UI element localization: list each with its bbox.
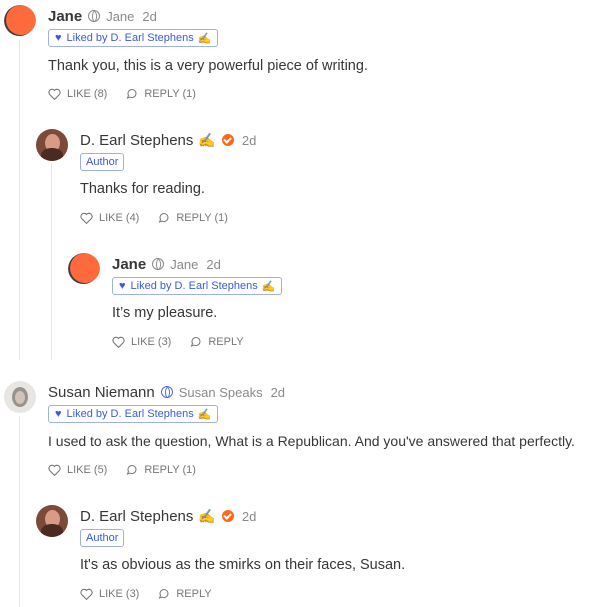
like-button[interactable]: LIKE (8): [48, 88, 107, 100]
heart-outline-icon: [48, 88, 61, 100]
reply-button[interactable]: REPLY (1): [157, 212, 228, 224]
reply-button[interactable]: REPLY (1): [125, 464, 196, 476]
like-button[interactable]: LIKE (5): [48, 464, 107, 476]
avatar[interactable]: [36, 129, 68, 161]
comment-text: It's as obvious as the smirks on their f…: [80, 557, 406, 573]
writing-hand-emoji: ✍: [198, 131, 216, 148]
comment-date[interactable]: 2d: [142, 9, 156, 24]
liked-by-badge: ♥ Liked by D. Earl Stephens ✍: [112, 277, 283, 295]
commenter-handle[interactable]: Jane: [170, 257, 198, 272]
writing-hand-emoji: ✍: [198, 507, 216, 524]
comment-header: Jane Jane 2d: [48, 6, 157, 26]
commenter-name[interactable]: D. Earl Stephens: [80, 508, 193, 525]
like-label: LIKE (3): [99, 588, 140, 600]
author-badge: Author: [80, 153, 125, 171]
heart-outline-icon: [48, 464, 61, 476]
avatar[interactable]: [68, 253, 100, 285]
commenter-name[interactable]: Susan Niemann: [48, 384, 155, 401]
reply-label: REPLY (1): [144, 464, 196, 476]
reply-bubble-icon: [126, 89, 137, 99]
thread-line: [19, 40, 20, 360]
thread-line: [51, 164, 52, 360]
heart-icon: ♥: [55, 32, 62, 44]
comment-header: D. Earl Stephens ✍ 2d: [80, 130, 256, 150]
commenter-name[interactable]: D. Earl Stephens: [80, 132, 193, 149]
comment-actions: LIKE (3) REPLY: [112, 336, 262, 348]
avatar[interactable]: [36, 505, 68, 537]
reply-label: REPLY (1): [176, 212, 228, 224]
heart-icon: ♥: [55, 408, 62, 420]
heart-outline-icon: [80, 212, 93, 224]
comment-date[interactable]: 2d: [242, 509, 256, 524]
verified-check-icon: [221, 510, 234, 522]
like-label: LIKE (4): [99, 212, 140, 224]
comment-header: Jane Jane 2d: [112, 254, 221, 274]
comment-date[interactable]: 2d: [242, 133, 256, 148]
reply-bubble-icon: [190, 337, 201, 347]
reply-bubble-icon: [126, 465, 137, 475]
comment-actions: LIKE (8) REPLY (1): [48, 88, 214, 100]
comment-actions: LIKE (4) REPLY (1): [80, 212, 246, 224]
writing-hand-emoji: ✍: [261, 280, 276, 293]
reply-button[interactable]: REPLY (1): [125, 88, 196, 100]
liked-by-text: Liked by D. Earl Stephens: [66, 408, 194, 420]
comment-actions: LIKE (5) REPLY (1): [48, 464, 214, 476]
comment-text: It’s my pleasure.: [112, 305, 218, 321]
liked-by-badge: ♥ Liked by D. Earl Stephens ✍: [48, 29, 219, 47]
author-badge: Author: [80, 529, 125, 547]
reply-bubble-icon: [158, 589, 169, 599]
liked-by-text: Liked by D. Earl Stephens: [66, 32, 194, 44]
reply-button[interactable]: REPLY: [157, 588, 212, 600]
commenter-handle[interactable]: Susan Speaks: [179, 385, 263, 400]
verified-check-icon: [221, 134, 234, 146]
writing-hand-emoji: ✍: [197, 408, 212, 421]
comment-text: Thank you, this is a very powerful piece…: [48, 58, 368, 74]
heart-outline-icon: [112, 336, 125, 348]
like-button[interactable]: LIKE (4): [80, 212, 139, 224]
reply-button[interactable]: REPLY: [189, 336, 244, 348]
comment-text: I used to ask the question, What is a Re…: [48, 433, 575, 449]
commenter-name[interactable]: Jane: [48, 8, 82, 25]
globe-icon: [160, 386, 173, 398]
comment-date[interactable]: 2d: [271, 385, 285, 400]
like-label: LIKE (5): [67, 464, 108, 476]
avatar[interactable]: [4, 5, 36, 37]
avatar[interactable]: [4, 381, 36, 413]
commenter-handle[interactable]: Jane: [106, 9, 134, 24]
thread-line: [19, 416, 20, 607]
comment-header: D. Earl Stephens ✍ 2d: [80, 506, 256, 526]
writing-hand-emoji: ✍: [197, 32, 212, 45]
reply-label: REPLY (1): [144, 88, 196, 100]
heart-icon: ♥: [119, 280, 126, 292]
heart-outline-icon: [80, 588, 93, 600]
like-label: LIKE (3): [131, 336, 172, 348]
liked-by-badge: ♥ Liked by D. Earl Stephens ✍: [48, 405, 219, 423]
liked-by-text: Liked by D. Earl Stephens: [130, 280, 258, 292]
reply-label: REPLY: [176, 588, 212, 600]
commenter-name[interactable]: Jane: [112, 256, 146, 273]
comment-header: Susan Niemann Susan Speaks 2d: [48, 382, 285, 402]
like-label: LIKE (8): [67, 88, 108, 100]
like-button[interactable]: LIKE (3): [80, 588, 139, 600]
comment-actions: LIKE (3) REPLY: [80, 588, 230, 600]
globe-icon: [88, 10, 101, 22]
globe-icon: [152, 258, 165, 270]
reply-bubble-icon: [158, 213, 169, 223]
like-button[interactable]: LIKE (3): [112, 336, 171, 348]
comment-text: Thanks for reading.: [80, 181, 205, 197]
comment-date[interactable]: 2d: [206, 257, 220, 272]
reply-label: REPLY: [208, 336, 244, 348]
